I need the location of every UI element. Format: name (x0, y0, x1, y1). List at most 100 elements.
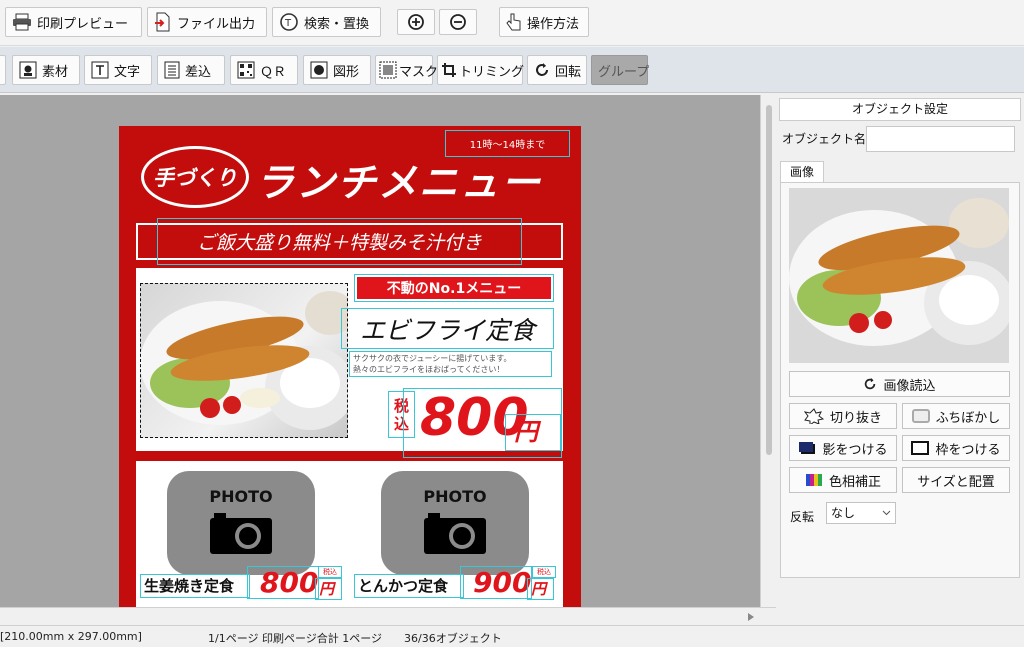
qr-button[interactable]: ＱＲ (230, 55, 298, 85)
text-button[interactable]: 文字 (84, 55, 152, 85)
merge-label: 差込 (185, 64, 212, 80)
file-output-label: ファイル出力 (177, 16, 256, 32)
item1-tax[interactable]: 税込 (318, 566, 342, 578)
item1-name[interactable]: 生姜焼き定食 (140, 574, 250, 598)
merge-button[interactable]: 差込 (157, 55, 225, 85)
file-output-button[interactable]: ファイル出力 (147, 7, 267, 37)
main-dish-name[interactable]: エビフライ定食 (341, 308, 554, 349)
search-replace-button[interactable]: T 検索・置換 (272, 7, 381, 37)
subtitle-text[interactable]: ご飯大盛り無料＋特製みそ汁付き (157, 218, 522, 265)
shadow-icon (799, 442, 816, 454)
photo-selection-frame[interactable] (140, 283, 348, 438)
logo-badge[interactable]: 手づくり (141, 146, 249, 208)
tab-image[interactable]: 画像 (780, 161, 824, 183)
material-icon (19, 61, 37, 79)
crop-icon (442, 63, 456, 77)
rotate-button[interactable]: 回転 (527, 55, 587, 85)
material-button[interactable]: 素材 (12, 55, 80, 85)
camera-icon (424, 513, 486, 554)
mask-button[interactable]: マスク (375, 55, 438, 85)
logo-text: 手づくり (153, 165, 237, 190)
flyer-page[interactable]: 11時〜14時まで 手づくり ランチメニュー ご飯大盛り無料＋特製みそ汁付き 不… (119, 126, 581, 607)
text-tool-icon (91, 61, 109, 79)
shape-label: 図形 (333, 64, 360, 80)
mask-icon (379, 61, 397, 79)
image-preview (789, 188, 1009, 363)
no1-badge[interactable]: 不動のNo.1メニュー (354, 274, 554, 302)
material-label: 素材 (42, 64, 69, 80)
item2-price[interactable]: 900 (460, 566, 532, 599)
printer-icon (13, 13, 31, 31)
add-shadow-button[interactable]: 影をつける (789, 435, 897, 461)
size-position-label: サイズと配置 (917, 474, 995, 490)
flyer-title[interactable]: ランチメニュー (255, 152, 575, 208)
add-shadow-label: 影をつける (822, 442, 888, 458)
object-name-input[interactable] (866, 126, 1015, 152)
status-object-count: 36/36オブジェクト (404, 632, 502, 645)
svg-text:T: T (284, 18, 292, 29)
shape-icon (310, 61, 328, 79)
photo-placeholder-1[interactable]: PHOTO (167, 471, 315, 575)
description-line-2: 熱々のエビフライをほおばってください！ (353, 365, 505, 374)
zoom-in-icon (408, 14, 424, 30)
size-position-button[interactable]: サイズと配置 (902, 467, 1010, 493)
mask-label: マスク (399, 64, 439, 80)
toolbar-partial-button[interactable] (0, 55, 6, 85)
item2-name[interactable]: とんかつ定食 (354, 574, 464, 598)
status-page-info: 1/1ページ 印刷ページ合計 1ページ (208, 632, 383, 645)
status-bar: [210.00mm x 297.00mm] 1/1ページ 印刷ページ合計 1ペー… (0, 625, 1024, 647)
flip-select[interactable]: なし (826, 502, 896, 524)
merge-doc-icon (164, 61, 180, 79)
load-image-button[interactable]: 画像読込 (789, 371, 1010, 397)
hue-correction-button[interactable]: 色相補正 (789, 467, 897, 493)
group-button[interactable]: グループ (591, 55, 649, 85)
chevron-down-icon (882, 510, 891, 516)
panel-header[interactable]: オブジェクト設定 (779, 98, 1021, 121)
how-to-button[interactable]: 操作方法 (499, 7, 589, 37)
canvas-horizontal-scrollbar[interactable] (0, 607, 776, 625)
hue-correction-label: 色相補正 (828, 474, 881, 490)
load-image-label: 画像読込 (883, 378, 936, 394)
design-canvas[interactable]: 11時〜14時まで 手づくり ランチメニュー ご飯大盛り無料＋特製みそ汁付き 不… (0, 95, 760, 607)
vertical-scroll-thumb[interactable] (766, 105, 772, 455)
add-frame-button[interactable]: 枠をつける (902, 435, 1010, 461)
image-preview-picture (789, 188, 1009, 363)
trimming-label: トリミング (459, 64, 525, 80)
item1-price[interactable]: 800 (247, 566, 319, 599)
rotate-label: 回転 (555, 64, 582, 80)
flip-select-value: なし (831, 506, 856, 520)
badge-label: 不動のNo.1メニュー (357, 277, 551, 299)
how-to-label: 操作方法 (527, 16, 580, 32)
object-toolbar: 素材 文字 差込 ＱＲ 図形 マスク トリミング 回転 グループ (0, 47, 1024, 93)
photo-placeholder-2[interactable]: PHOTO (381, 471, 529, 575)
shape-button[interactable]: 図形 (303, 55, 371, 85)
object-name-label: オブジェクト名 (782, 132, 867, 146)
add-frame-label: 枠をつける (935, 442, 1001, 458)
zoom-in-button[interactable] (397, 9, 435, 35)
flip-label: 反転 (790, 510, 815, 524)
print-preview-label: 印刷プレビュー (37, 16, 129, 32)
crop-button[interactable]: 切り抜き (789, 403, 897, 429)
photo-placeholder-label-2: PHOTO (423, 487, 487, 506)
qr-code-icon (237, 61, 255, 79)
main-dish-description[interactable]: サクサクの衣でジューシーに揚げています。 熱々のエビフライをほおばってください！ (349, 351, 552, 377)
crop-star-icon (803, 408, 824, 424)
main-price-yen[interactable]: 円 (505, 414, 561, 451)
zoom-out-button[interactable] (439, 9, 477, 35)
item1-yen[interactable]: 円 (315, 578, 342, 600)
color-palette-icon (805, 474, 822, 486)
rotate-icon (536, 63, 548, 76)
file-export-icon (155, 12, 170, 32)
item2-tax[interactable]: 税込 (532, 566, 556, 578)
reload-icon (865, 377, 876, 390)
scroll-right-arrow-icon[interactable] (747, 612, 755, 622)
blur-edges-button[interactable]: ふちぼかし (902, 403, 1010, 429)
blur-edges-label: ふちぼかし (935, 410, 1001, 426)
canvas-vertical-scrollbar[interactable] (760, 95, 776, 607)
main-toolbar: 印刷プレビュー ファイル出力 T 検索・置換 操作方法 (0, 0, 1024, 46)
item2-yen[interactable]: 円 (527, 578, 554, 600)
print-preview-button[interactable]: 印刷プレビュー (5, 7, 142, 37)
trimming-button[interactable]: トリミング (437, 55, 525, 85)
photo-placeholder-label-1: PHOTO (209, 487, 273, 506)
object-settings-panel: オブジェクト設定 オブジェクト名 画像 画像読込 切り抜き ふちぼかし 影をつけ… (776, 95, 1024, 607)
